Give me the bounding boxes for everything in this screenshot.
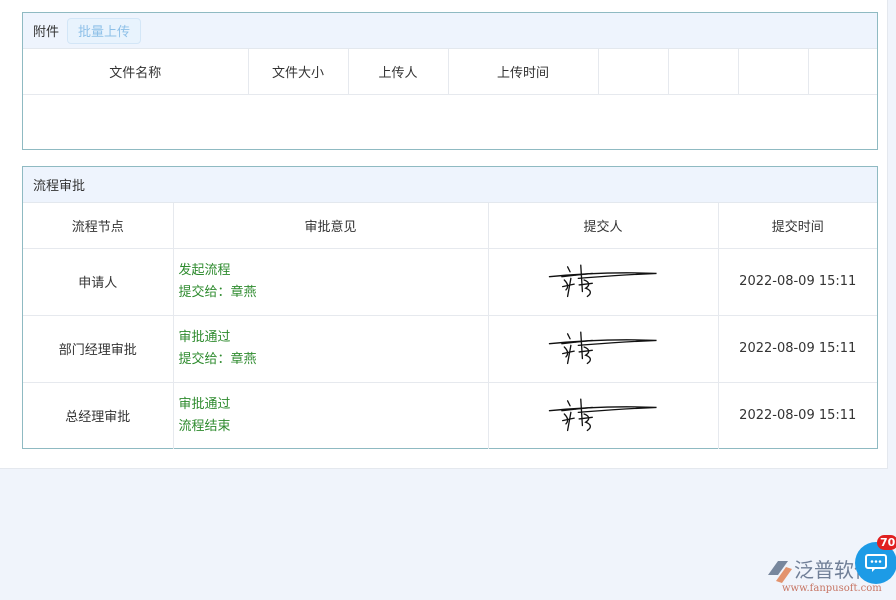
attachments-title: 附件 bbox=[33, 21, 59, 40]
chat-icon bbox=[864, 553, 888, 573]
attachments-column-header: 文件名称 bbox=[23, 49, 248, 94]
opinion-line: 发起流程 bbox=[179, 260, 488, 282]
signature-image bbox=[533, 255, 673, 305]
approval-column-header: 流程节点 bbox=[23, 203, 173, 248]
approval-column-header: 审批意见 bbox=[173, 203, 488, 248]
opinion-line: 审批通过 bbox=[179, 327, 488, 349]
flow-node: 申请人 bbox=[23, 248, 173, 315]
submit-time: 2022-08-09 15:11 bbox=[718, 248, 877, 315]
submit-time: 2022-08-09 15:11 bbox=[718, 315, 877, 382]
attachments-section: 附件 批量上传 文件名称文件大小上传人上传时间 bbox=[22, 12, 878, 150]
flow-node: 部门经理审批 bbox=[23, 315, 173, 382]
content-panel: 附件 批量上传 文件名称文件大小上传人上传时间 流程审批 流程节点审批意见提交人… bbox=[0, 0, 888, 469]
attachments-column-header bbox=[598, 49, 668, 94]
approval-opinion: 审批通过流程结束 bbox=[173, 382, 488, 449]
approval-section: 流程审批 流程节点审批意见提交人提交时间 申请人 发起流程提交给：章燕 2022… bbox=[22, 166, 878, 449]
submitter bbox=[488, 382, 718, 449]
opinion-line: 提交给：章燕 bbox=[179, 282, 488, 304]
attachments-column-header: 上传时间 bbox=[448, 49, 598, 94]
attachments-column-header bbox=[808, 49, 877, 94]
approval-column-header: 提交时间 bbox=[718, 203, 877, 248]
signature-image bbox=[533, 322, 673, 372]
submit-time: 2022-08-09 15:11 bbox=[718, 382, 877, 449]
attachments-column-header bbox=[668, 49, 738, 94]
attachments-header: 附件 批量上传 bbox=[23, 13, 877, 49]
approval-opinion: 审批通过提交给：章燕 bbox=[173, 315, 488, 382]
approval-opinion: 发起流程提交给：章燕 bbox=[173, 248, 488, 315]
approval-header: 流程审批 bbox=[23, 167, 877, 203]
approval-row: 总经理审批 审批通过流程结束 2022-08-09 15:11 bbox=[23, 382, 877, 449]
signature-image bbox=[533, 389, 673, 439]
batch-upload-button[interactable]: 批量上传 bbox=[67, 18, 141, 44]
submitter bbox=[488, 248, 718, 315]
approval-column-header: 提交人 bbox=[488, 203, 718, 248]
opinion-line: 审批通过 bbox=[179, 394, 488, 416]
approval-row: 部门经理审批 审批通过提交给：章燕 2022-08-09 15:11 bbox=[23, 315, 877, 382]
approval-row: 申请人 发起流程提交给：章燕 2022-08-09 15:11 bbox=[23, 248, 877, 315]
opinion-line: 提交给：章燕 bbox=[179, 349, 488, 371]
unread-badge: 70 bbox=[877, 535, 896, 550]
submitter bbox=[488, 315, 718, 382]
attachments-column-header: 上传人 bbox=[348, 49, 448, 94]
attachments-table: 文件名称文件大小上传人上传时间 bbox=[23, 49, 877, 95]
opinion-line: 流程结束 bbox=[179, 416, 488, 438]
flow-node: 总经理审批 bbox=[23, 382, 173, 449]
approval-title: 流程审批 bbox=[33, 175, 85, 194]
svg-text:www.fanpusoft.com: www.fanpusoft.com bbox=[782, 583, 882, 594]
attachments-column-header bbox=[738, 49, 808, 94]
approval-table: 流程节点审批意见提交人提交时间 申请人 发起流程提交给：章燕 2022-08-0… bbox=[23, 203, 877, 449]
attachments-column-header: 文件大小 bbox=[248, 49, 348, 94]
